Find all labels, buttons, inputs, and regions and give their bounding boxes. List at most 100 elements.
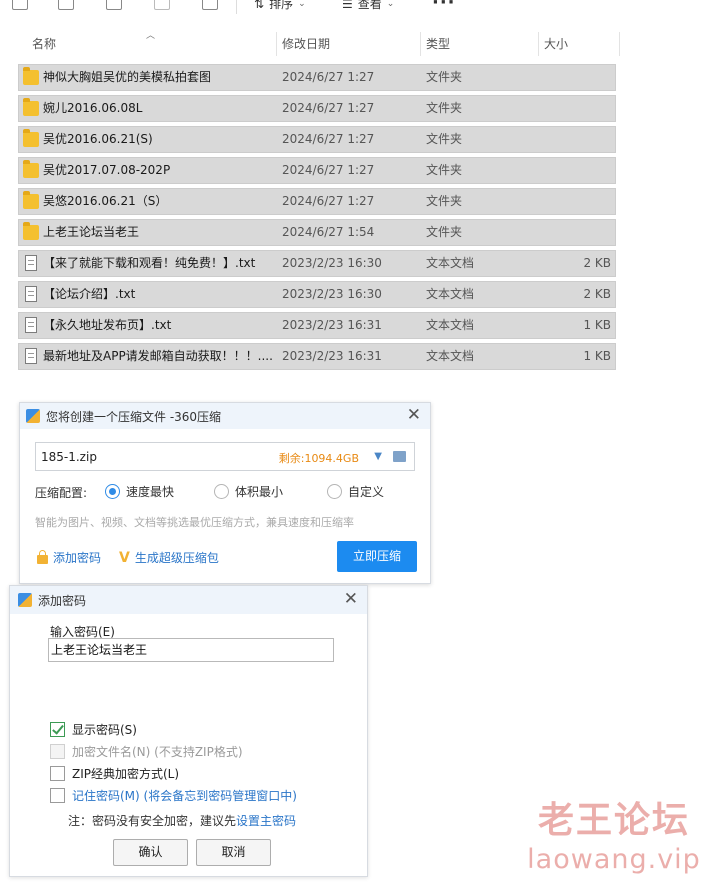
close-icon[interactable]: ✕ xyxy=(407,407,421,424)
dialog-title: 添加密码 xyxy=(38,594,87,608)
radio-smallest[interactable]: 体积最小 xyxy=(214,483,283,500)
file-name: 【永久地址发布页】.txt xyxy=(43,318,172,332)
radio-label: 体积最小 xyxy=(235,485,284,499)
watermark: 老王论坛 laowang.vip xyxy=(524,798,704,878)
watermark-url: laowang.vip xyxy=(527,844,701,875)
file-type: 文件夹 xyxy=(426,101,463,115)
checkbox-disabled-icon xyxy=(50,744,65,759)
file-type: 文件夹 xyxy=(426,163,463,177)
file-size: 2 KB xyxy=(583,287,611,301)
column-header-row: ︿ 名称 修改日期 类型 大小 xyxy=(18,30,620,58)
confirm-button[interactable]: 确认 xyxy=(113,839,188,866)
radio-label: 自定义 xyxy=(348,485,385,499)
file-date: 2024/6/27 1:27 xyxy=(282,70,375,84)
archive-filename[interactable]: 185-1.zip xyxy=(41,450,97,464)
free-space-label: 剩余:1094.4GB xyxy=(278,452,359,465)
file-row[interactable]: 最新地址及APP请发邮箱自动获取！！！.... 2023/2/23 16:31 … xyxy=(18,343,616,370)
column-size[interactable]: 大小 xyxy=(530,30,610,58)
zip-classic-encryption-checkbox[interactable]: ZIP经典加密方式(L) xyxy=(50,765,179,782)
remember-password-checkbox[interactable]: 记住密码(M) (将会备忘到密码管理窗口中) xyxy=(50,787,297,804)
column-type[interactable]: 类型 xyxy=(412,30,530,58)
archive-path-field[interactable]: 185-1.zip 剩余:1094.4GB ▼ xyxy=(35,442,415,471)
checkbox-checked-icon xyxy=(50,722,65,737)
folder-icon xyxy=(23,160,39,178)
chevron-down-icon: ⌄ xyxy=(386,0,395,9)
file-row[interactable]: 婉儿2016.06.08L 2024/6/27 1:27 文件夹 xyxy=(18,95,616,122)
paste-icon[interactable] xyxy=(58,0,74,10)
radio-custom[interactable]: 自定义 xyxy=(327,483,384,500)
file-name: 【来了就能下载和观看！纯免费！】.txt xyxy=(43,256,256,270)
file-row[interactable]: 【论坛介绍】.txt 2023/2/23 16:30 文本文档 2 KB xyxy=(18,281,616,308)
rename-icon[interactable] xyxy=(106,0,122,10)
explorer-toolbar: ⇅ 排序 ⌄ ☰ 查看 ⌄ ··· xyxy=(0,0,724,20)
security-note: 注：密码没有安全加密，建议先设置主密码 xyxy=(68,812,296,829)
dialog-title: 您将创建一个压缩文件 -360压缩 xyxy=(46,410,222,424)
view-button[interactable]: ☰ 查看 ⌄ xyxy=(342,0,394,12)
zip-create-dialog: 您将创建一个压缩文件 -360压缩 ✕ 185-1.zip 剩余:1094.4G… xyxy=(19,402,431,584)
dropdown-arrow-icon[interactable]: ▼ xyxy=(374,451,382,462)
toolbar-divider xyxy=(236,0,237,14)
file-date: 2023/2/23 16:30 xyxy=(282,287,382,301)
text-document-icon xyxy=(25,317,37,333)
copy-icon[interactable] xyxy=(12,0,28,10)
checkbox-label: 记住密码(M) (将会备忘到密码管理窗口中) xyxy=(72,789,297,803)
folder-icon xyxy=(23,67,39,85)
file-row[interactable]: 【来了就能下载和观看！纯免费！】.txt 2023/2/23 16:30 文本文… xyxy=(18,250,616,277)
radio-selected-icon xyxy=(105,484,120,499)
file-name: 【论坛介绍】.txt xyxy=(43,287,136,301)
file-type: 文件夹 xyxy=(426,225,463,239)
text-document-icon xyxy=(25,255,37,271)
radio-empty-icon xyxy=(214,484,229,499)
set-master-password-link[interactable]: 设置主密码 xyxy=(236,814,296,828)
super-zip-link[interactable]: V 生成超级压缩包 xyxy=(119,549,219,566)
more-options-button[interactable]: ··· xyxy=(432,0,456,13)
file-name: 吴悠2016.06.21（S） xyxy=(43,194,168,208)
share-icon[interactable] xyxy=(154,0,170,10)
text-document-icon xyxy=(25,348,37,364)
sort-icon: ⇅ xyxy=(254,0,265,11)
delete-icon[interactable] xyxy=(202,0,218,10)
browse-folder-icon[interactable] xyxy=(393,451,406,462)
file-size: 1 KB xyxy=(583,349,611,363)
compress-now-button[interactable]: 立即压缩 xyxy=(337,541,417,572)
encrypt-filename-checkbox: 加密文件名(N) (不支持ZIP格式) xyxy=(50,743,243,760)
column-divider[interactable] xyxy=(619,32,620,56)
lock-icon xyxy=(37,549,48,564)
show-password-checkbox[interactable]: 显示密码(S) xyxy=(50,721,137,738)
file-name: 吴优2017.07.08-202P xyxy=(43,163,171,177)
view-icon: ☰ xyxy=(342,0,353,11)
add-password-link[interactable]: 添加密码 xyxy=(37,549,101,566)
file-type: 文件夹 xyxy=(426,194,463,208)
file-row[interactable]: 上老王论坛当老王 2024/6/27 1:54 文件夹 xyxy=(18,219,616,246)
folder-icon xyxy=(23,222,39,240)
file-date: 2023/2/23 16:31 xyxy=(282,318,382,332)
sort-button[interactable]: ⇅ 排序 ⌄ xyxy=(254,0,306,12)
checkbox-label: 加密文件名(N) (不支持ZIP格式) xyxy=(72,745,243,759)
folder-icon xyxy=(23,98,39,116)
dialog-title-bar[interactable]: 您将创建一个压缩文件 -360压缩 ✕ xyxy=(20,403,430,429)
file-row[interactable]: 吴优2016.06.21(S) 2024/6/27 1:27 文件夹 xyxy=(18,126,616,153)
password-input[interactable]: 上老王论坛当老王 xyxy=(48,638,334,662)
sort-label: 排序 xyxy=(269,0,294,11)
file-date: 2023/2/23 16:31 xyxy=(282,349,382,363)
chevron-down-icon: ⌄ xyxy=(298,0,306,9)
file-type: 文本文档 xyxy=(426,287,475,301)
file-type: 文本文档 xyxy=(426,318,475,332)
radio-fastest[interactable]: 速度最快 xyxy=(105,483,174,500)
file-size: 1 KB xyxy=(583,318,611,332)
column-name[interactable]: 名称 xyxy=(18,30,276,58)
file-type: 文本文档 xyxy=(426,256,475,270)
column-date[interactable]: 修改日期 xyxy=(268,30,412,58)
folder-icon xyxy=(23,191,39,209)
file-row[interactable]: 吴优2017.07.08-202P 2024/6/27 1:27 文件夹 xyxy=(18,157,616,184)
super-zip-label: 生成超级压缩包 xyxy=(134,551,219,565)
file-date: 2024/6/27 1:27 xyxy=(282,101,375,115)
cancel-button[interactable]: 取消 xyxy=(196,839,271,866)
view-label: 查看 xyxy=(357,0,382,11)
dialog-title-bar[interactable]: 添加密码 ✕ xyxy=(10,586,367,614)
file-row[interactable]: 吴悠2016.06.21（S） 2024/6/27 1:27 文件夹 xyxy=(18,188,616,215)
file-row[interactable]: 【永久地址发布页】.txt 2023/2/23 16:31 文本文档 1 KB xyxy=(18,312,616,339)
note-text: 注：密码没有安全加密，建议先 xyxy=(68,814,237,828)
close-icon[interactable]: ✕ xyxy=(344,591,358,608)
file-row[interactable]: 神似大胸姐吴优的美模私拍套图 2024/6/27 1:27 文件夹 xyxy=(18,64,616,91)
